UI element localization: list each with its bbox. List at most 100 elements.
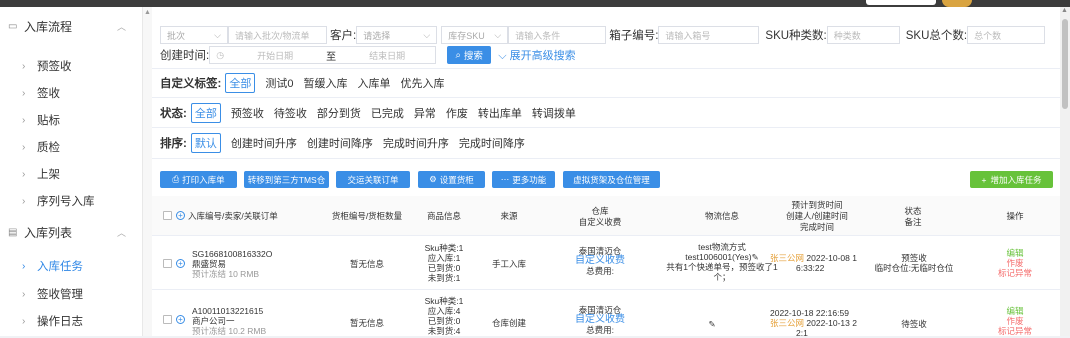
- col-times-line1: 预计到货时间: [791, 200, 843, 210]
- created-time: 2022-10-08 1: [806, 253, 857, 263]
- sku-select[interactable]: 库存SKU ⌵: [441, 26, 509, 44]
- clock-icon: ◷: [216, 49, 225, 60]
- related-order-button[interactable]: 交运关联订单: [336, 171, 410, 188]
- table-row: + A10011013221615 商户公司一 预计冻结 10.2 RMB 暂无…: [152, 291, 1060, 338]
- void-button[interactable]: 作废: [995, 258, 1035, 268]
- top-search-pill[interactable]: [866, 0, 936, 5]
- custom-fee-link[interactable]: 自定义收费: [562, 315, 638, 325]
- status-option-all[interactable]: 全部: [190, 103, 221, 123]
- scrollbar-thumb[interactable]: [1062, 19, 1068, 109]
- edit-icon[interactable]: ✎: [752, 252, 759, 262]
- status-option[interactable]: 待签收: [274, 105, 307, 121]
- expand-row-icon[interactable]: +: [176, 315, 185, 324]
- tag-option-all[interactable]: 全部: [225, 73, 256, 93]
- list-icon: ▤: [8, 226, 18, 238]
- customer-select[interactable]: 请选择 ⌵: [356, 26, 438, 44]
- status-cell: 预签收 临时仓位:无临时仓位: [872, 253, 956, 273]
- tag-option[interactable]: 优先入库: [400, 75, 444, 91]
- scroll-up-icon: ▲: [1061, 7, 1068, 14]
- date-range-picker[interactable]: ◷ 开始日期 至 结束日期: [209, 46, 437, 64]
- void-button[interactable]: 作废: [995, 316, 1035, 326]
- goods-line: 应入库:4: [427, 306, 461, 316]
- sidebar-group-inbound-flow[interactable]: ▭ 入库流程 ︿: [0, 13, 143, 39]
- box-input[interactable]: 请输入箱号: [658, 26, 760, 44]
- sku-total-input[interactable]: 总个数: [967, 26, 1046, 44]
- tracking-number: test1006001(Yes): [685, 252, 752, 262]
- sidebar-item-sign-manage[interactable]: › 签收管理: [0, 282, 143, 306]
- col-source: 来源: [500, 211, 518, 221]
- advanced-search-link[interactable]: ⌵ 展开高级搜索: [498, 47, 575, 63]
- mark-exception-button[interactable]: 标记异常: [995, 268, 1035, 278]
- sidebar-item-label: 质检: [37, 142, 60, 154]
- batch-input[interactable]: 请输入批次/物流单: [228, 26, 327, 44]
- sort-option-default[interactable]: 默认: [190, 133, 221, 153]
- gear-icon: ⚙: [429, 174, 437, 184]
- custom-fee-link[interactable]: 自定义收费: [562, 256, 638, 266]
- folder-icon: ▭: [8, 20, 18, 32]
- tag-option[interactable]: 入库单: [357, 75, 390, 91]
- status-option[interactable]: 转调拨单: [532, 105, 576, 121]
- sort-option[interactable]: 完成时间升序: [383, 135, 449, 151]
- chevron-right-icon: ›: [22, 260, 26, 272]
- status-option[interactable]: 部分到货: [317, 105, 361, 121]
- created-time-label: 创建时间:: [160, 50, 210, 62]
- print-inbound-button[interactable]: ⎙ 打印入库单: [160, 171, 237, 188]
- search-button[interactable]: ⌕ 搜索: [447, 46, 492, 64]
- virtual-cargo-button[interactable]: 虚拟货架及仓位管理: [563, 171, 660, 188]
- sku-types-input[interactable]: 种类数: [826, 26, 900, 44]
- avatar[interactable]: [942, 0, 972, 7]
- order-number[interactable]: A10011013221615: [192, 306, 263, 316]
- sidebar-item-serial[interactable]: › 序列号入库: [0, 189, 143, 213]
- row-checkbox[interactable]: [163, 259, 172, 268]
- expand-all-icon[interactable]: +: [176, 211, 185, 220]
- sidebar-item-pre-sign[interactable]: › 预签收: [0, 54, 143, 78]
- sku-input[interactable]: 请输入条件: [508, 26, 607, 44]
- sidebar-item-label: 贴标: [37, 115, 60, 127]
- mark-exception-button[interactable]: 标记异常: [995, 326, 1035, 336]
- order-number[interactable]: SG1668100816332O: [192, 249, 272, 259]
- main-scrollbar[interactable]: ▲: [1060, 7, 1070, 336]
- sort-option[interactable]: 完成时间降序: [459, 135, 525, 151]
- sidebar-item-op-log[interactable]: › 操作日志: [0, 309, 143, 333]
- more-functions-button[interactable]: ⋯ 更多功能: [492, 171, 555, 188]
- set-cabinet-label: 设置货柜: [439, 174, 474, 185]
- status-option[interactable]: 预签收: [231, 105, 264, 121]
- expand-row-icon[interactable]: +: [176, 259, 185, 268]
- col-status-line2: 备注: [904, 217, 922, 227]
- tag-option[interactable]: 测试0: [265, 75, 293, 91]
- sidebar-group-inbound-list[interactable]: ▤ 入库列表 ︿: [0, 219, 143, 245]
- status-option[interactable]: 转出库单: [478, 105, 522, 121]
- chevron-up-icon: ︿: [117, 21, 127, 32]
- sidebar-item-inbound-task[interactable]: › 入库任务: [0, 254, 143, 278]
- edit-button[interactable]: 编辑: [995, 248, 1035, 258]
- status-option[interactable]: 异常: [414, 105, 436, 121]
- set-cabinet-button[interactable]: ⚙ 设置货柜: [418, 171, 485, 188]
- sidebar-item-qc[interactable]: › 质检: [0, 135, 143, 159]
- edit-icon[interactable]: ✎: [702, 319, 722, 329]
- sidebar-item-sign[interactable]: › 签收: [0, 81, 143, 105]
- status-option[interactable]: 作废: [446, 105, 468, 121]
- ops-cell: 编辑 作废 标记异常: [995, 248, 1035, 278]
- creator-name: 张三公网: [770, 318, 805, 328]
- logistics-method: test物流方式: [698, 242, 746, 252]
- transfer-tms-button[interactable]: 转移到第三方TMS仓: [244, 171, 329, 188]
- chevron-down-icon: ⌵: [423, 29, 431, 40]
- sort-option[interactable]: 创建时间升序: [231, 135, 297, 151]
- sidebar-item-shelve[interactable]: › 上架: [0, 162, 143, 186]
- row-checkbox[interactable]: [163, 315, 172, 324]
- chevron-right-icon: ›: [22, 195, 26, 207]
- tag-option[interactable]: 暂缓入库: [303, 75, 347, 91]
- select-all-checkbox[interactable]: [163, 211, 172, 220]
- sidebar-item-label: 操作日志: [37, 316, 83, 328]
- status-option[interactable]: 已完成: [371, 105, 404, 121]
- sidebar-item-label-print[interactable]: › 贴标: [0, 108, 143, 132]
- goods-line: Sku种类:1: [424, 296, 464, 306]
- sidebar-scrollbar[interactable]: ▲: [143, 7, 152, 336]
- sort-option[interactable]: 创建时间降序: [307, 135, 373, 151]
- table-header: + 入库编号/卖家/关联订单 货柜编号/货柜数量 商品信息 来源 仓库 自定义收费…: [152, 196, 1060, 236]
- sidebar-item-label: 序列号入库: [37, 196, 95, 208]
- batch-select[interactable]: 批次 ⌵: [160, 26, 228, 44]
- edit-button[interactable]: 编辑: [995, 306, 1035, 316]
- col-cabinet: 货柜编号/货柜数量: [331, 211, 403, 221]
- add-inbound-task-button[interactable]: + 增加入库任务: [970, 171, 1053, 188]
